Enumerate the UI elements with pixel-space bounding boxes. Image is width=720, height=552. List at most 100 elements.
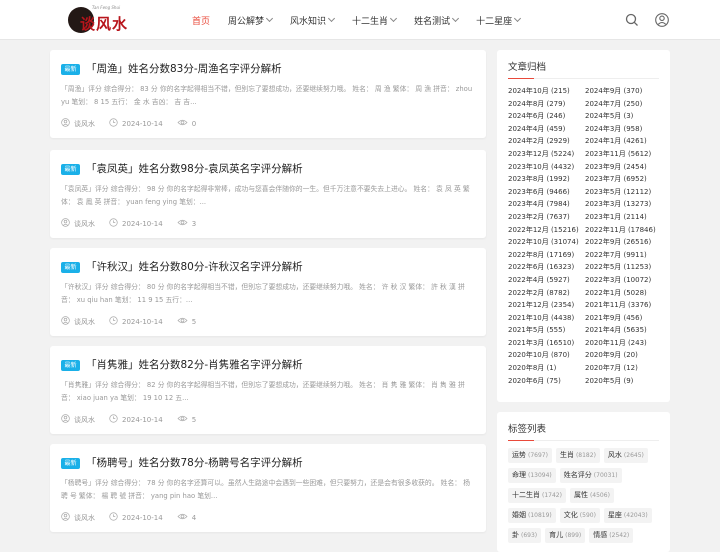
tag-item[interactable]: 生肖 (8182) xyxy=(555,448,600,463)
date-text: 2024-10-14 xyxy=(122,219,163,228)
archive-link[interactable]: 2024年6月 (246) xyxy=(508,111,585,124)
clock-icon xyxy=(109,218,122,229)
post-title[interactable]: 「许秋汉」姓名分数80分-许秋汉名字评分解析 xyxy=(86,259,303,274)
tag-item[interactable]: 婚姻 (10819) xyxy=(508,508,556,523)
archive-link[interactable]: 2022年6月 (16323) xyxy=(508,262,585,275)
archive-link[interactable]: 2021年10月 (4438) xyxy=(508,313,585,326)
archive-link[interactable]: 2023年4月 (7984) xyxy=(508,199,585,212)
tag-name: 卦 xyxy=(512,531,519,539)
tag-item[interactable]: 姓名评分 (70031) xyxy=(559,468,622,483)
archive-link[interactable]: 2021年12月 (2354) xyxy=(508,300,585,313)
archive-link[interactable]: 2022年7月 (9911) xyxy=(585,250,664,263)
tag-item[interactable]: 属性 (4506) xyxy=(569,488,614,503)
post-author[interactable]: 谈风水 xyxy=(61,414,95,425)
post-meta: 谈风水 2024-10-14 5 xyxy=(61,316,210,327)
archive-link[interactable]: 2020年8月 (1) xyxy=(508,363,585,376)
post-title[interactable]: 「肖隽雅」姓名分数82分-肖隽雅名字评分解析 xyxy=(86,357,303,372)
archive-link[interactable]: 2021年11月 (3376) xyxy=(585,300,664,313)
archive-link[interactable]: 2022年12月 (15216) xyxy=(508,225,585,238)
archive-link[interactable]: 2020年6月 (75) xyxy=(508,376,585,389)
tag-item[interactable]: 风水 (2645) xyxy=(603,448,648,463)
nav-label: 风水知识 xyxy=(290,16,327,27)
tag-item[interactable]: 命理 (13094) xyxy=(508,468,556,483)
archive-link[interactable]: 2023年6月 (9466) xyxy=(508,187,585,200)
archive-link[interactable]: 2021年4月 (5635) xyxy=(585,325,664,338)
nav-item-1[interactable]: 周公解梦 xyxy=(228,0,274,40)
archive-link[interactable]: 2024年3月 (958) xyxy=(585,124,664,137)
post-title[interactable]: 「周渔」姓名分数83分-周渔名字评分解析 xyxy=(86,61,282,76)
archive-link[interactable]: 2022年5月 (11253) xyxy=(585,262,664,275)
archive-link[interactable]: 2022年11月 (17846) xyxy=(585,225,664,238)
archive-link[interactable]: 2023年7月 (6952) xyxy=(585,174,664,187)
search-icon[interactable] xyxy=(624,12,640,28)
post-card[interactable]: 最新 「袁凤英」姓名分数98分-袁凤英名字评分解析 「袁凤英」评分 综合得分： 98… xyxy=(50,150,486,238)
tag-item[interactable]: 星座 (42043) xyxy=(603,508,652,523)
tag-count: (693) xyxy=(521,532,538,539)
user-icon[interactable] xyxy=(654,12,670,28)
post-author[interactable]: 谈风水 xyxy=(61,218,95,229)
archive-link[interactable]: 2022年1月 (5028) xyxy=(585,288,664,301)
post-card[interactable]: 最新 「肖隽雅」姓名分数82分-肖隽雅名字评分解析 「肖隽雅」评分 综合得分： 82… xyxy=(50,346,486,434)
chevron-down-icon xyxy=(265,14,274,23)
views-count: 5 xyxy=(191,317,197,326)
post-views: 0 xyxy=(177,118,196,129)
chevron-down-icon xyxy=(328,14,336,23)
tags-title: 标签列表 xyxy=(508,424,547,435)
post-views: 3 xyxy=(177,218,196,229)
archive-link[interactable]: 2024年8月 (279) xyxy=(508,99,585,112)
archive-link[interactable]: 2022年3月 (10072) xyxy=(585,275,664,288)
post-card[interactable]: 最新 「杨聘号」姓名分数78分-杨聘号名字评分解析 「杨聘号」评分 综合得分： 78… xyxy=(50,444,486,532)
archive-link[interactable]: 2023年11月 (5612) xyxy=(585,149,664,162)
archive-link[interactable]: 2023年12月 (5224) xyxy=(508,149,585,162)
archive-link[interactable]: 2024年4月 (459) xyxy=(508,124,585,137)
archive-link[interactable]: 2020年10月 (870) xyxy=(508,350,585,363)
archive-link[interactable]: 2021年3月 (16510) xyxy=(508,338,585,351)
post-excerpt: 「周渔」评分 综合得分： 83 分 你的名字起得相当不错，但别忘了要想成功，还要… xyxy=(61,85,473,106)
post-card[interactable]: 最新 「许秋汉」姓名分数80分-许秋汉名字评分解析 「许秋汉」评分 综合得分： 80… xyxy=(50,248,486,336)
archive-link[interactable]: 2024年9月 (370) xyxy=(585,86,664,99)
archive-link[interactable]: 2020年7月 (12) xyxy=(585,363,664,376)
archive-link[interactable]: 2023年10月 (4432) xyxy=(508,162,585,175)
tag-item[interactable]: 情感 (2542) xyxy=(589,528,634,543)
archive-link[interactable]: 2024年7月 (250) xyxy=(585,99,664,112)
archive-link[interactable]: 2023年3月 (13273) xyxy=(585,199,664,212)
tag-item[interactable]: 育儿 (899) xyxy=(545,528,586,543)
archive-link[interactable]: 2022年9月 (26516) xyxy=(585,237,664,250)
post-title[interactable]: 「袁凤英」姓名分数98分-袁凤英名字评分解析 xyxy=(86,161,303,176)
archive-link[interactable]: 2020年5月 (9) xyxy=(585,376,664,389)
archive-link[interactable]: 2023年5月 (12112) xyxy=(585,187,664,200)
site-logo[interactable]: Tan Feng Shui 谈风水 xyxy=(68,5,132,35)
archive-link[interactable]: 2022年4月 (5927) xyxy=(508,275,585,288)
archive-link[interactable]: 2021年5月 (555) xyxy=(508,325,585,338)
archive-link[interactable]: 2023年8月 (1992) xyxy=(508,174,585,187)
tag-item[interactable]: 文化 (590) xyxy=(559,508,600,523)
archive-link[interactable]: 2020年11月 (243) xyxy=(585,338,664,351)
archive-link[interactable]: 2024年2月 (2929) xyxy=(508,136,585,149)
archive-link[interactable]: 2022年2月 (8782) xyxy=(508,288,585,301)
archive-link[interactable]: 2023年9月 (2454) xyxy=(585,162,664,175)
tag-item[interactable]: 运势 (7697) xyxy=(508,448,552,463)
views-count: 3 xyxy=(191,219,197,228)
nav-item-2[interactable]: 风水知识 xyxy=(290,0,336,40)
nav-item-3[interactable]: 十二生肖 xyxy=(352,0,398,40)
archive-link[interactable]: 2023年2月 (7637) xyxy=(508,212,585,225)
archive-link[interactable]: 2022年8月 (17169) xyxy=(508,250,585,263)
tag-item[interactable]: 十二生肖 (1742) xyxy=(508,488,566,503)
post-card[interactable]: 最新 「周渔」姓名分数83分-周渔名字评分解析 「周渔」评分 综合得分： 83 分 … xyxy=(50,50,486,138)
post-author[interactable]: 谈风水 xyxy=(61,316,95,327)
post-title[interactable]: 「杨聘号」姓名分数78分-杨聘号名字评分解析 xyxy=(86,455,303,470)
nav-item-0[interactable]: 首页 xyxy=(192,0,210,40)
archive-link[interactable]: 2024年10月 (215) xyxy=(508,86,585,99)
archive-link[interactable]: 2021年9月 (456) xyxy=(585,313,664,326)
archive-link[interactable]: 2023年1月 (2114) xyxy=(585,212,664,225)
tag-item[interactable]: 卦 (693) xyxy=(508,528,542,543)
nav-item-4[interactable]: 姓名测试 xyxy=(414,0,460,40)
post-author[interactable]: 谈风水 xyxy=(61,118,95,129)
post-meta: 谈风水 2024-10-14 3 xyxy=(61,218,210,229)
post-author[interactable]: 谈风水 xyxy=(61,512,95,523)
nav-item-5[interactable]: 十二星座 xyxy=(476,0,522,40)
archive-link[interactable]: 2024年1月 (4261) xyxy=(585,136,664,149)
archive-link[interactable]: 2024年5月 (3) xyxy=(585,111,664,124)
archive-link[interactable]: 2020年9月 (20) xyxy=(585,350,664,363)
archive-link[interactable]: 2022年10月 (31074) xyxy=(508,237,585,250)
